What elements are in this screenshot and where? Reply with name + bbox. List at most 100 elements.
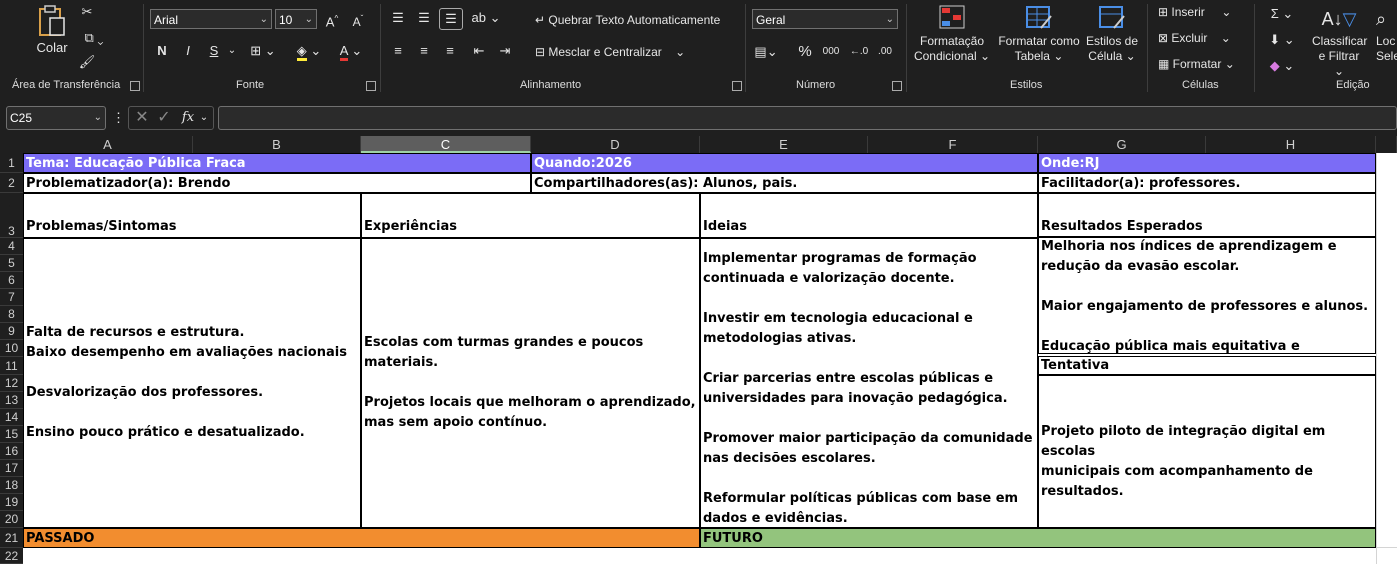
name-box[interactable]: C25 ⌄ — [6, 106, 106, 130]
cell-facilitator[interactable]: Facilitador(a): professores. — [1038, 173, 1376, 193]
copy-icon[interactable]: ⧉ ⌄ — [76, 28, 112, 48]
cell-pilot-project[interactable]: Projeto piloto de integração digital em … — [1038, 375, 1376, 528]
format-as-table-button[interactable]: Formatar como Tabela ⌄ — [996, 4, 1082, 64]
align-center-icon[interactable]: ≡ — [414, 41, 434, 61]
row-header-10[interactable]: 10 — [0, 340, 23, 357]
borders-icon[interactable]: ⊞ ⌄ — [246, 41, 280, 61]
autosum-icon[interactable]: Σ ⌄ — [1264, 4, 1300, 24]
select-all-corner[interactable] — [0, 136, 23, 153]
row-header-5[interactable]: 5 — [0, 255, 23, 272]
underline-dropdown-icon[interactable]: ⌄ — [226, 41, 238, 61]
row-header-15[interactable]: 15 — [0, 426, 23, 443]
column-header-i[interactable] — [1376, 136, 1397, 153]
find-select-button[interactable]: ⌕ Loc Sele — [1376, 4, 1397, 64]
insert-button[interactable]: ⊞ Inserir ⌄ — [1158, 5, 1231, 19]
align-right-icon[interactable]: ≡ — [440, 41, 460, 61]
row-header-9[interactable]: 9 — [0, 323, 23, 340]
formula-input[interactable] — [218, 106, 1397, 130]
cell-results[interactable]: Melhoria nos índices de aprendizagem e r… — [1038, 236, 1376, 354]
column-header-h[interactable]: H — [1206, 136, 1376, 153]
conditional-format-button[interactable]: Formatação Condicional ⌄ — [912, 4, 992, 64]
row-header-4[interactable]: 4 — [0, 238, 23, 255]
cell-problems[interactable]: Falta de recursos e estrutura. Baixo des… — [23, 238, 361, 528]
row-header-2[interactable]: 2 — [0, 173, 23, 193]
row-header-16[interactable]: 16 — [0, 443, 23, 460]
row-header-17[interactable]: 17 — [0, 460, 23, 477]
percent-button[interactable]: % — [795, 42, 815, 62]
accounting-format-icon[interactable]: ▤⌄ — [754, 42, 778, 62]
row-header-1[interactable]: 1 — [0, 153, 23, 173]
decrease-indent-icon[interactable]: ⇤ — [469, 41, 489, 61]
cell-problematizer[interactable]: Problematizador(a): Brendo — [23, 173, 531, 193]
bold-button[interactable]: N — [152, 41, 172, 61]
row-header-14[interactable]: 14 — [0, 409, 23, 426]
cell-attempt[interactable]: Tentativa — [1038, 356, 1376, 375]
cell-header-results[interactable]: Resultados Esperados — [1038, 193, 1376, 238]
decrease-decimal-icon[interactable]: .00 — [875, 42, 895, 62]
format-cells-button[interactable]: ▦ Formatar ⌄ — [1158, 57, 1235, 71]
grow-font-icon[interactable]: A^ — [322, 9, 342, 32]
cell-sharers[interactable]: Compartilhadores(as): Alunos, pais. — [531, 173, 1038, 193]
fill-icon[interactable]: ⬇ ⌄ — [1264, 30, 1300, 50]
column-header-c[interactable]: C — [361, 136, 531, 153]
alignment-launcher-icon[interactable] — [732, 81, 742, 91]
cell-header-ideas[interactable]: Ideias — [700, 193, 1038, 238]
fill-color-icon[interactable]: ◈ ⌄ — [292, 41, 326, 61]
worksheet-grid[interactable]: A B C D E F G H 1 2 3 4 5 6 7 8 9 10 11 12 13 14 15 16 1… — [0, 136, 1397, 564]
number-launcher-icon[interactable] — [892, 81, 902, 91]
cell-past[interactable]: PASSADO — [23, 528, 700, 548]
confirm-icon[interactable]: ✓ — [155, 108, 173, 128]
cell-theme[interactable]: Tema: Educação Pública Fraca — [23, 153, 531, 173]
thousands-button[interactable]: 000 — [820, 42, 842, 62]
orientation-icon[interactable]: ab ⌄ — [470, 8, 502, 28]
cancel-icon[interactable]: ✕ — [133, 108, 151, 128]
row-header-3[interactable]: 3 — [0, 193, 23, 238]
font-size-combo[interactable]: 10 ⌄ — [275, 9, 317, 29]
more-options-icon[interactable]: ⋮ — [112, 108, 125, 128]
cell-header-problems[interactable]: Problemas/Sintomas — [23, 193, 361, 238]
align-left-icon[interactable]: ≡ — [388, 41, 408, 61]
cell-header-experiences[interactable]: Experiências — [361, 193, 700, 238]
cell-styles-button[interactable]: Estilos de Célula ⌄ — [1084, 4, 1140, 64]
shrink-font-icon[interactable]: Aˇ — [348, 9, 368, 32]
align-top-icon[interactable]: ☰ — [388, 8, 408, 28]
font-launcher-icon[interactable] — [366, 81, 376, 91]
row-header-18[interactable]: 18 — [0, 477, 23, 494]
column-header-f[interactable]: F — [868, 136, 1038, 153]
font-name-combo[interactable]: Arial ⌄ — [150, 9, 272, 29]
row-header-6[interactable]: 6 — [0, 272, 23, 289]
font-color-icon[interactable]: A ⌄ — [334, 41, 368, 61]
row-header-20[interactable]: 20 — [0, 511, 23, 528]
column-header-e[interactable]: E — [700, 136, 868, 153]
chevron-down-icon[interactable]: ⌄ — [197, 108, 211, 128]
column-header-g[interactable]: G — [1038, 136, 1206, 153]
delete-button[interactable]: ⊠ Excluir ⌄ — [1158, 31, 1231, 45]
align-middle-icon[interactable]: ☰ — [414, 8, 434, 28]
sort-filter-button[interactable]: A↓▽ Classificar e Filtrar ⌄ — [1312, 4, 1367, 79]
clipboard-launcher-icon[interactable] — [130, 81, 140, 91]
align-bottom-icon[interactable]: ☰ — [439, 8, 463, 30]
paste-button[interactable]: Colar — [30, 4, 74, 64]
cell-future[interactable]: FUTURO — [700, 528, 1376, 548]
column-header-b[interactable]: B — [193, 136, 361, 153]
row-header-8[interactable]: 8 — [0, 306, 23, 323]
column-header-d[interactable]: D — [531, 136, 700, 153]
cut-icon[interactable]: ✂ — [78, 2, 96, 22]
cell-when[interactable]: Quando:2026 — [531, 153, 1038, 173]
row-header-19[interactable]: 19 — [0, 494, 23, 511]
italic-button[interactable]: I — [178, 41, 198, 61]
increase-indent-icon[interactable]: ⇥ — [495, 41, 515, 61]
cell-ideas[interactable]: Implementar programas de formação contin… — [700, 238, 1038, 528]
number-format-combo[interactable]: Geral ⌄ — [752, 9, 898, 29]
row-header-22[interactable]: 22 — [0, 548, 23, 564]
cell-experiences[interactable]: Escolas com turmas grandes e poucos mate… — [361, 238, 700, 528]
insert-function-button[interactable]: fx — [179, 108, 197, 128]
row-header-12[interactable]: 12 — [0, 375, 23, 392]
wrap-text-button[interactable]: ↵ Quebrar Texto Automaticamente — [535, 13, 720, 27]
row-header-11[interactable]: 11 — [0, 357, 23, 375]
row-header-21[interactable]: 21 — [0, 528, 23, 548]
cell-where[interactable]: Onde:RJ — [1038, 153, 1376, 173]
underline-button[interactable]: S — [204, 41, 224, 61]
increase-decimal-icon[interactable]: ←.0 — [849, 42, 869, 62]
row-header-7[interactable]: 7 — [0, 289, 23, 306]
